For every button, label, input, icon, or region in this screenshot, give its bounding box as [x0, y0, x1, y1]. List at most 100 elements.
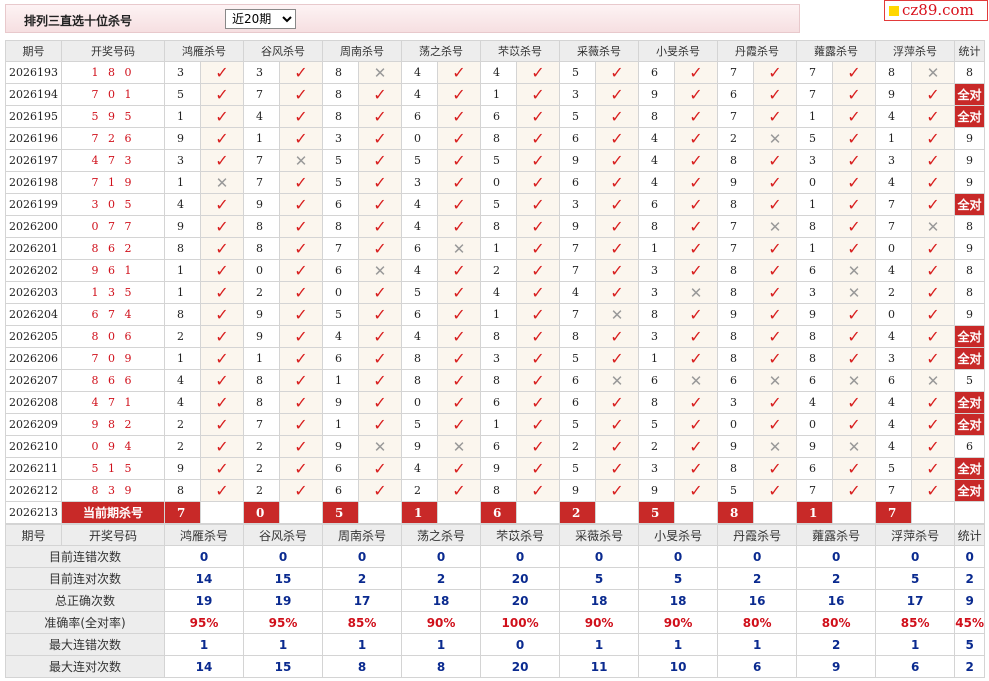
table-row: 2026212 8 3 9 8 ✓ 2 ✓ 6 ✓ 2 ✓ 8 ✓ 9 ✓ 9 ✓ 5 ✓ 7 ✓ 7 ✓ 全对 — [5, 479, 985, 502]
check-icon: ✓ — [200, 105, 244, 128]
kill-number-cell: 0 — [322, 281, 359, 304]
stats-row: 总正确次数 19 19 17 18 20 18 18 16 16 17 9 — [5, 589, 986, 612]
kill-number-cell: 8 — [717, 259, 754, 282]
check-icon: ✓ — [279, 237, 323, 260]
check-icon: ✓ — [516, 215, 560, 238]
check-icon: ✓ — [516, 303, 560, 326]
kill-number-cell: 7 — [875, 215, 912, 238]
check-icon: ✓ — [674, 127, 718, 150]
kill-number-cell: 3 — [638, 259, 675, 282]
stats-value: 14 — [163, 655, 245, 678]
table-row: 2026199 3 0 5 4 ✓ 9 ✓ 6 ✓ 4 ✓ 5 ✓ 3 ✓ 6 ✓ 8 ✓ 1 ✓ 7 ✓ 全对 — [5, 193, 985, 216]
check-icon: ✓ — [595, 237, 639, 260]
kill-number-cell: 7 — [243, 83, 280, 106]
draw-number-cell: 7 0 1 — [61, 83, 165, 106]
count-cell: 9 — [954, 237, 985, 260]
kill-number-cell: 6 — [638, 193, 675, 216]
kill-number-cell: 6 — [717, 83, 754, 106]
kill-number-cell: 5 — [559, 61, 596, 84]
kill-number-cell: 9 — [875, 83, 912, 106]
stats-value: 1 — [875, 633, 956, 656]
check-icon: ✓ — [279, 171, 323, 194]
check-icon: ✓ — [595, 61, 639, 84]
check-icon: ✓ — [358, 457, 402, 480]
check-icon: ✓ — [832, 347, 876, 370]
stats-value: 9 — [954, 589, 986, 612]
kill-number-cell: 7 — [717, 237, 754, 260]
stats-value: 2 — [401, 567, 482, 590]
table-row: 2026211 5 1 5 9 ✓ 2 ✓ 6 ✓ 4 ✓ 9 ✓ 5 ✓ 3 ✓ 8 ✓ 6 ✓ 5 ✓ 全对 — [5, 457, 985, 480]
kill-number-cell: 4 — [796, 391, 833, 414]
kill-number-cell: 8 — [638, 105, 675, 128]
kill-number-cell: 8 — [322, 105, 359, 128]
check-icon: ✓ — [911, 303, 955, 326]
kill-number-cell: 9 — [322, 435, 359, 458]
col-header-method: 芣苡杀号 — [480, 40, 560, 62]
table-row: 2026196 7 2 6 9 ✓ 1 ✓ 3 ✓ 0 ✓ 8 ✓ 6 ✓ 4 ✓ 2 ✕ 5 ✓ 1 ✓ 9 — [5, 127, 985, 150]
period-range-select[interactable]: 近20期 — [225, 9, 296, 29]
check-icon: ✓ — [753, 457, 797, 480]
check-icon: ✓ — [911, 413, 955, 436]
kill-number-cell: 7 — [796, 61, 833, 84]
kill-number-cell: 8 — [717, 347, 754, 370]
kill-number-cell: 0 — [717, 413, 754, 436]
check-icon: ✓ — [595, 171, 639, 194]
kill-number-cell: 6 — [559, 127, 596, 150]
kill-number-cell: 2 — [164, 413, 201, 436]
check-icon: ✓ — [437, 83, 481, 106]
stats-value: 0 — [796, 545, 877, 568]
check-icon: ✓ — [279, 325, 323, 348]
kill-number-cell: 6 — [322, 347, 359, 370]
current-kill-number: 7 — [164, 501, 201, 524]
kill-number-cell: 4 — [164, 193, 201, 216]
stats-value: 1 — [559, 633, 640, 656]
draw-number-cell: 5 1 5 — [61, 457, 165, 480]
kill-number-cell: 3 — [243, 61, 280, 84]
check-icon: ✓ — [516, 83, 560, 106]
check-icon: ✓ — [516, 391, 560, 414]
kill-number-cell: 4 — [875, 105, 912, 128]
stats-label: 目前连错次数 — [5, 545, 165, 568]
check-icon: ✓ — [516, 259, 560, 282]
kill-number-cell: 8 — [638, 215, 675, 238]
stats-label: 最大连错次数 — [5, 633, 165, 656]
kill-number-cell: 0 — [796, 171, 833, 194]
kill-number-cell: 2 — [243, 281, 280, 304]
check-icon: ✓ — [516, 127, 560, 150]
check-icon: ✓ — [358, 391, 402, 414]
kill-number-cell: 2 — [638, 435, 675, 458]
check-icon: ✓ — [753, 61, 797, 84]
cross-icon: ✕ — [832, 435, 876, 458]
col-header-count: 统计 — [954, 40, 985, 62]
cross-icon: ✕ — [832, 259, 876, 282]
check-icon: ✓ — [595, 347, 639, 370]
table-row: 2026197 4 7 3 3 ✓ 7 ✕ 5 ✓ 5 ✓ 5 ✓ 9 ✓ 4 ✓ 8 ✓ 3 ✓ 3 ✓ 9 — [5, 149, 985, 172]
check-icon: ✓ — [358, 369, 402, 392]
kill-number-cell: 9 — [401, 435, 438, 458]
check-icon: ✓ — [911, 347, 955, 370]
kill-number-cell: 7 — [875, 479, 912, 502]
site-logo[interactable]: cz89.com — [884, 0, 988, 21]
check-icon: ✓ — [279, 281, 323, 304]
kill-number-cell: 7 — [243, 413, 280, 436]
kill-number-cell: 8 — [401, 347, 438, 370]
kill-number-cell: 8 — [875, 61, 912, 84]
kill-number-cell: 5 — [559, 413, 596, 436]
draw-number-cell: 8 0 6 — [61, 325, 165, 348]
stats-value: 0 — [875, 545, 956, 568]
draw-number-cell: 0 9 4 — [61, 435, 165, 458]
current-count-cell — [954, 501, 985, 524]
col-header-method: 浮萍杀号 — [875, 40, 955, 62]
check-icon: ✓ — [279, 369, 323, 392]
stats-value: 8 — [401, 655, 482, 678]
current-kill-number: 1 — [796, 501, 833, 524]
kill-number-cell: 3 — [717, 391, 754, 414]
stats-value: 18 — [638, 589, 719, 612]
stats-row: 最大连错次数 1 1 1 1 0 1 1 1 2 1 5 — [5, 633, 986, 656]
check-icon: ✓ — [516, 457, 560, 480]
kill-number-cell: 7 — [243, 171, 280, 194]
kill-number-cell: 1 — [480, 237, 517, 260]
check-icon: ✓ — [674, 83, 718, 106]
kill-number-cell: 9 — [243, 325, 280, 348]
period-cell: 2026212 — [5, 479, 62, 502]
